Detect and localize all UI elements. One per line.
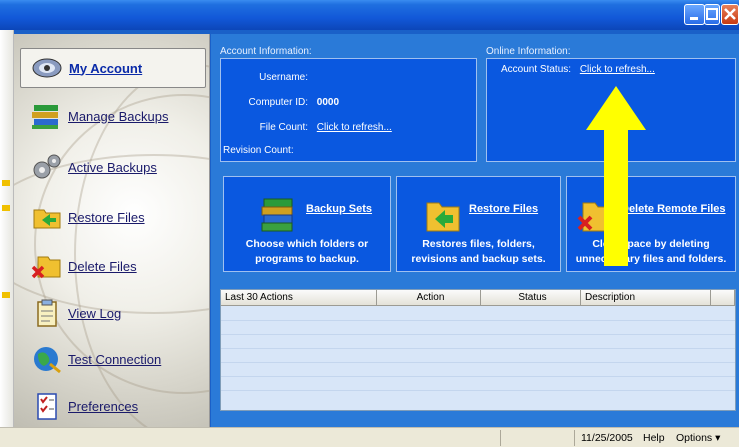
maximize-icon [706, 8, 718, 20]
annotation-arrow-icon [586, 86, 646, 266]
active-backups-icon [30, 152, 64, 182]
status-separator [500, 430, 501, 446]
sidebar-item-test-connection[interactable]: Test Connection [20, 339, 206, 379]
sidebar-item-restore-files[interactable]: Restore Files [20, 197, 206, 237]
file-count-row: File Count: Click to refresh... [221, 122, 392, 133]
grid-row-line [221, 376, 735, 377]
minimize-button[interactable] [684, 4, 705, 25]
grid-row-line [221, 348, 735, 349]
backup-sets-card[interactable]: Backup Sets Choose which folders or prog… [223, 176, 391, 272]
sidebar: My Account Manage Backups Active Backups… [14, 34, 210, 427]
options-menu[interactable]: Options ▾ [676, 430, 720, 446]
my-account-icon [31, 53, 65, 83]
account-status-row: Account Status: Click to refresh... [501, 64, 655, 75]
online-info-heading: Online Information: [486, 46, 571, 57]
status-date: 11/25/2005 [581, 432, 633, 444]
account-info-heading: Account Information: [220, 46, 312, 57]
file-count-refresh-link[interactable]: Click to refresh... [317, 122, 392, 133]
status-bar: 11/25/2005 Help Options ▾ [0, 427, 739, 447]
restore-files-title[interactable]: Restore Files [469, 203, 538, 215]
computer-id-label: Computer ID: [248, 97, 308, 108]
account-info-panel: Username: Computer ID: 0000 File Count: … [220, 58, 477, 162]
grid-row-line [221, 362, 735, 363]
maximize-button[interactable] [704, 4, 720, 25]
edge-marker [2, 292, 10, 298]
test-connection-icon [30, 344, 64, 374]
backup-sets-title[interactable]: Backup Sets [306, 203, 372, 215]
backup-sets-description: Choose which folders or programs to back… [224, 237, 390, 267]
description-line: revisions and backup sets. [411, 253, 546, 265]
sidebar-item-label: Manage Backups [68, 108, 169, 124]
username-row: Username: [221, 72, 314, 83]
description-line: programs to backup. [255, 253, 359, 265]
account-status-refresh-link[interactable]: Click to refresh... [580, 64, 655, 75]
revision-count-label: Revision Count: [223, 145, 294, 156]
sidebar-item-preferences[interactable]: Preferences [20, 386, 206, 426]
sidebar-item-delete-files[interactable]: Delete Files [20, 246, 206, 286]
view-log-icon [30, 298, 64, 328]
close-button[interactable] [721, 4, 739, 25]
description-line: Restores files, folders, [422, 238, 535, 250]
edge-marker [2, 180, 10, 186]
status-separator [574, 430, 575, 446]
grid-header: Last 30 Actions Action Status Descriptio… [221, 290, 735, 306]
minimize-icon [690, 17, 698, 20]
sidebar-item-manage-backups[interactable]: Manage Backups [20, 96, 206, 136]
account-status-label: Account Status: [501, 64, 572, 75]
revision-count-row: Revision Count: [223, 145, 294, 156]
sidebar-item-label: Active Backups [68, 159, 157, 175]
column-header-status[interactable]: Status [481, 290, 581, 306]
left-edge-strip [0, 30, 14, 427]
restore-files-description: Restores files, folders, revisions and b… [397, 237, 560, 267]
grid-row-line [221, 320, 735, 321]
sidebar-item-label: Test Connection [68, 351, 162, 367]
sidebar-item-my-account[interactable]: My Account [20, 48, 206, 88]
computer-id-row: Computer ID: 0000 [221, 97, 340, 108]
sidebar-item-label: Delete Files [68, 258, 137, 274]
column-header-action[interactable]: Action [377, 290, 481, 306]
restore-files-icon [30, 202, 64, 232]
column-header-last-30-actions[interactable]: Last 30 Actions [221, 290, 377, 306]
restore-files-card[interactable]: Restore Files Restores files, folders, r… [396, 176, 561, 272]
manage-backups-icon [30, 101, 64, 131]
grid-row-line [221, 390, 735, 391]
sidebar-item-active-backups[interactable]: Active Backups [20, 147, 206, 187]
recent-actions-grid[interactable]: Last 30 Actions Action Status Descriptio… [220, 289, 736, 411]
grid-row-line [221, 334, 735, 335]
computer-id-value: 0000 [316, 97, 340, 108]
column-header-description[interactable]: Description [581, 290, 711, 306]
edge-marker [2, 205, 10, 211]
main-content: Account Information: Username: Computer … [211, 34, 739, 427]
sidebar-item-label: View Log [68, 305, 122, 321]
column-header-filler [711, 290, 735, 306]
close-icon [724, 8, 736, 20]
delete-files-icon [30, 251, 64, 281]
preferences-icon [30, 391, 64, 421]
backup-sets-icon [260, 197, 300, 232]
title-bar[interactable] [0, 0, 739, 30]
sidebar-item-label: Restore Files [68, 209, 145, 225]
file-count-label: File Count: [259, 122, 308, 133]
restore-files-card-icon [423, 197, 463, 232]
sidebar-item-view-log[interactable]: View Log [20, 293, 206, 333]
sidebar-item-label: My Account [69, 60, 143, 76]
sidebar-item-label: Preferences [68, 398, 139, 414]
help-menu[interactable]: Help [643, 430, 665, 446]
description-line: Choose which folders or [245, 238, 369, 250]
username-label: Username: [259, 72, 308, 83]
